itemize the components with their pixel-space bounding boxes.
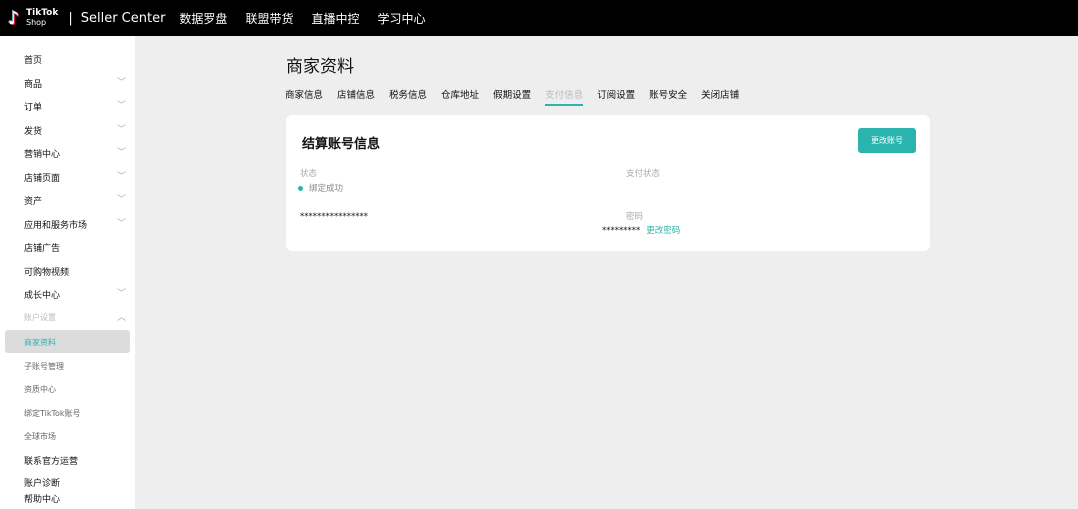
- sidebar-item-label: 店铺广告: [24, 244, 61, 254]
- sidebar-item-label: 商品: [24, 79, 43, 90]
- sidebar-item[interactable]: 商品 ﹀: [24, 77, 130, 90]
- sidebar-item[interactable]: 店铺广告: [24, 241, 130, 254]
- sidebar-item[interactable]: 资产 ﹀: [24, 194, 130, 207]
- sidebar-subitem[interactable]: 绑定TikTok账号: [24, 408, 130, 419]
- tab[interactable]: 账号安全: [649, 87, 687, 106]
- sidebar-item-label: 可购物视频: [24, 267, 70, 278]
- sidebar-item-label: 发货: [24, 126, 43, 137]
- sidebar-item[interactable]: 账户诊断: [24, 476, 130, 489]
- sidebar-item-label: 店铺页面: [24, 173, 61, 184]
- nav-learning-center[interactable]: 学习中心: [377, 10, 425, 27]
- sidebar-subitem[interactable]: 资质中心: [24, 384, 130, 395]
- change-account-button[interactable]: 更改账号: [858, 128, 916, 153]
- tiktok-shop-logo[interactable]: ♪ TikTok Shop: [8, 8, 58, 29]
- top-bar: ♪ TikTok Shop | Seller Center 数据罗盘 联盟带货 直…: [0, 0, 1078, 36]
- change-password-link[interactable]: 更改密码: [646, 226, 680, 236]
- tab[interactable]: 商家信息: [285, 87, 323, 106]
- chevron-down-icon: ﹀: [116, 124, 126, 135]
- chevron-down-icon: ﹀: [116, 218, 126, 229]
- chevron-down-icon: ﹀: [116, 148, 126, 158]
- sidebar-item[interactable]: 订单 ﹀: [24, 100, 130, 113]
- sidebar-item-label: 成长中心: [24, 291, 61, 301]
- sidebar-subitem[interactable]: 子账号管理: [24, 361, 130, 372]
- separator: |: [68, 10, 73, 26]
- password-value: *********: [602, 226, 641, 236]
- sidebar-item[interactable]: 成长中心 ﹀: [24, 288, 130, 301]
- sidebar-item-label: 首页: [24, 56, 43, 66]
- tab[interactable]: 假期设置: [493, 87, 531, 106]
- sidebar-group-account[interactable]: 账户设置 ︿: [24, 312, 130, 323]
- chevron-down-icon: ﹀: [116, 101, 126, 111]
- logo-top: TikTok: [26, 8, 59, 18]
- chevron-down-icon: ﹀: [116, 171, 126, 182]
- tab-bar: 商家信息 店铺信息 税务信息 仓库地址 假期设置 支付信息 订阅设置 账号安全 关闭店铺: [285, 87, 753, 106]
- status-dot: [298, 186, 303, 191]
- settlement-account-card: 结算账号信息 更改账号 状态 绑定成功 **************** 支付状…: [286, 115, 930, 251]
- password-label: 密码: [626, 212, 644, 222]
- tab[interactable]: 关闭店铺: [701, 87, 739, 106]
- sidebar-item[interactable]: 营销中心 ﹀: [24, 147, 130, 160]
- tiktok-note-icon: ♪: [8, 7, 20, 29]
- status-label: 状态: [300, 169, 318, 179]
- sidebar-subitem[interactable]: 商家资料: [24, 337, 130, 348]
- tab[interactable]: 店铺信息: [337, 87, 375, 106]
- nav-live-control[interactable]: 直播中控: [311, 10, 359, 27]
- sidebar-item-label: 营销中心: [24, 150, 61, 160]
- logo-bottom: Shop: [26, 18, 47, 27]
- sidebar-item[interactable]: 发货 ﹀: [24, 124, 130, 137]
- app-title: Seller Center: [80, 10, 166, 26]
- sidebar-item-label: 资产: [24, 197, 43, 207]
- chevron-down-icon: ﹀: [116, 289, 126, 299]
- sidebar-item[interactable]: 首页: [24, 53, 130, 66]
- sidebar-item[interactable]: 帮助中心: [24, 492, 130, 505]
- tab[interactable]: 订阅设置: [597, 87, 635, 106]
- sidebar-item[interactable]: 店铺页面 ﹀: [24, 171, 130, 184]
- chevron-down-icon: ﹀: [116, 195, 126, 205]
- sidebar-item-label: 订单: [24, 103, 43, 113]
- sidebar-item[interactable]: 应用和服务市场 ﹀: [24, 218, 130, 231]
- chevron-down-icon: ﹀: [116, 77, 126, 88]
- sidebar: 首页商品 ﹀ 订单 ﹀ 发货 ﹀ 营销中心 ﹀ 店铺页面 ﹀ 资产 ﹀ 应用和服务市场 ﹀ 店铺广告可购物视…: [0, 36, 135, 509]
- sidebar-group-label: 账户设置: [24, 313, 56, 322]
- pay-status-label: 支付状态: [626, 169, 661, 179]
- status-value: 绑定成功: [309, 184, 344, 194]
- tab[interactable]: 支付信息: [545, 87, 584, 106]
- sidebar-item-label: 应用和服务市场: [24, 220, 88, 231]
- nav-affiliate[interactable]: 联盟带货: [245, 10, 293, 27]
- tab[interactable]: 税务信息: [389, 87, 427, 106]
- page-title: 商家资料: [286, 57, 354, 77]
- sidebar-subitem[interactable]: 全球市场: [24, 431, 130, 442]
- chevron-up-icon: ︿: [116, 313, 126, 323]
- sidebar-item[interactable]: 可购物视频: [24, 265, 130, 278]
- sidebar-item[interactable]: 联系官方运营: [24, 454, 130, 467]
- card-title: 结算账号信息: [302, 137, 381, 152]
- tab[interactable]: 仓库地址: [441, 87, 479, 106]
- account-number: ****************: [300, 212, 368, 222]
- nav-data-compass[interactable]: 数据罗盘: [179, 10, 227, 27]
